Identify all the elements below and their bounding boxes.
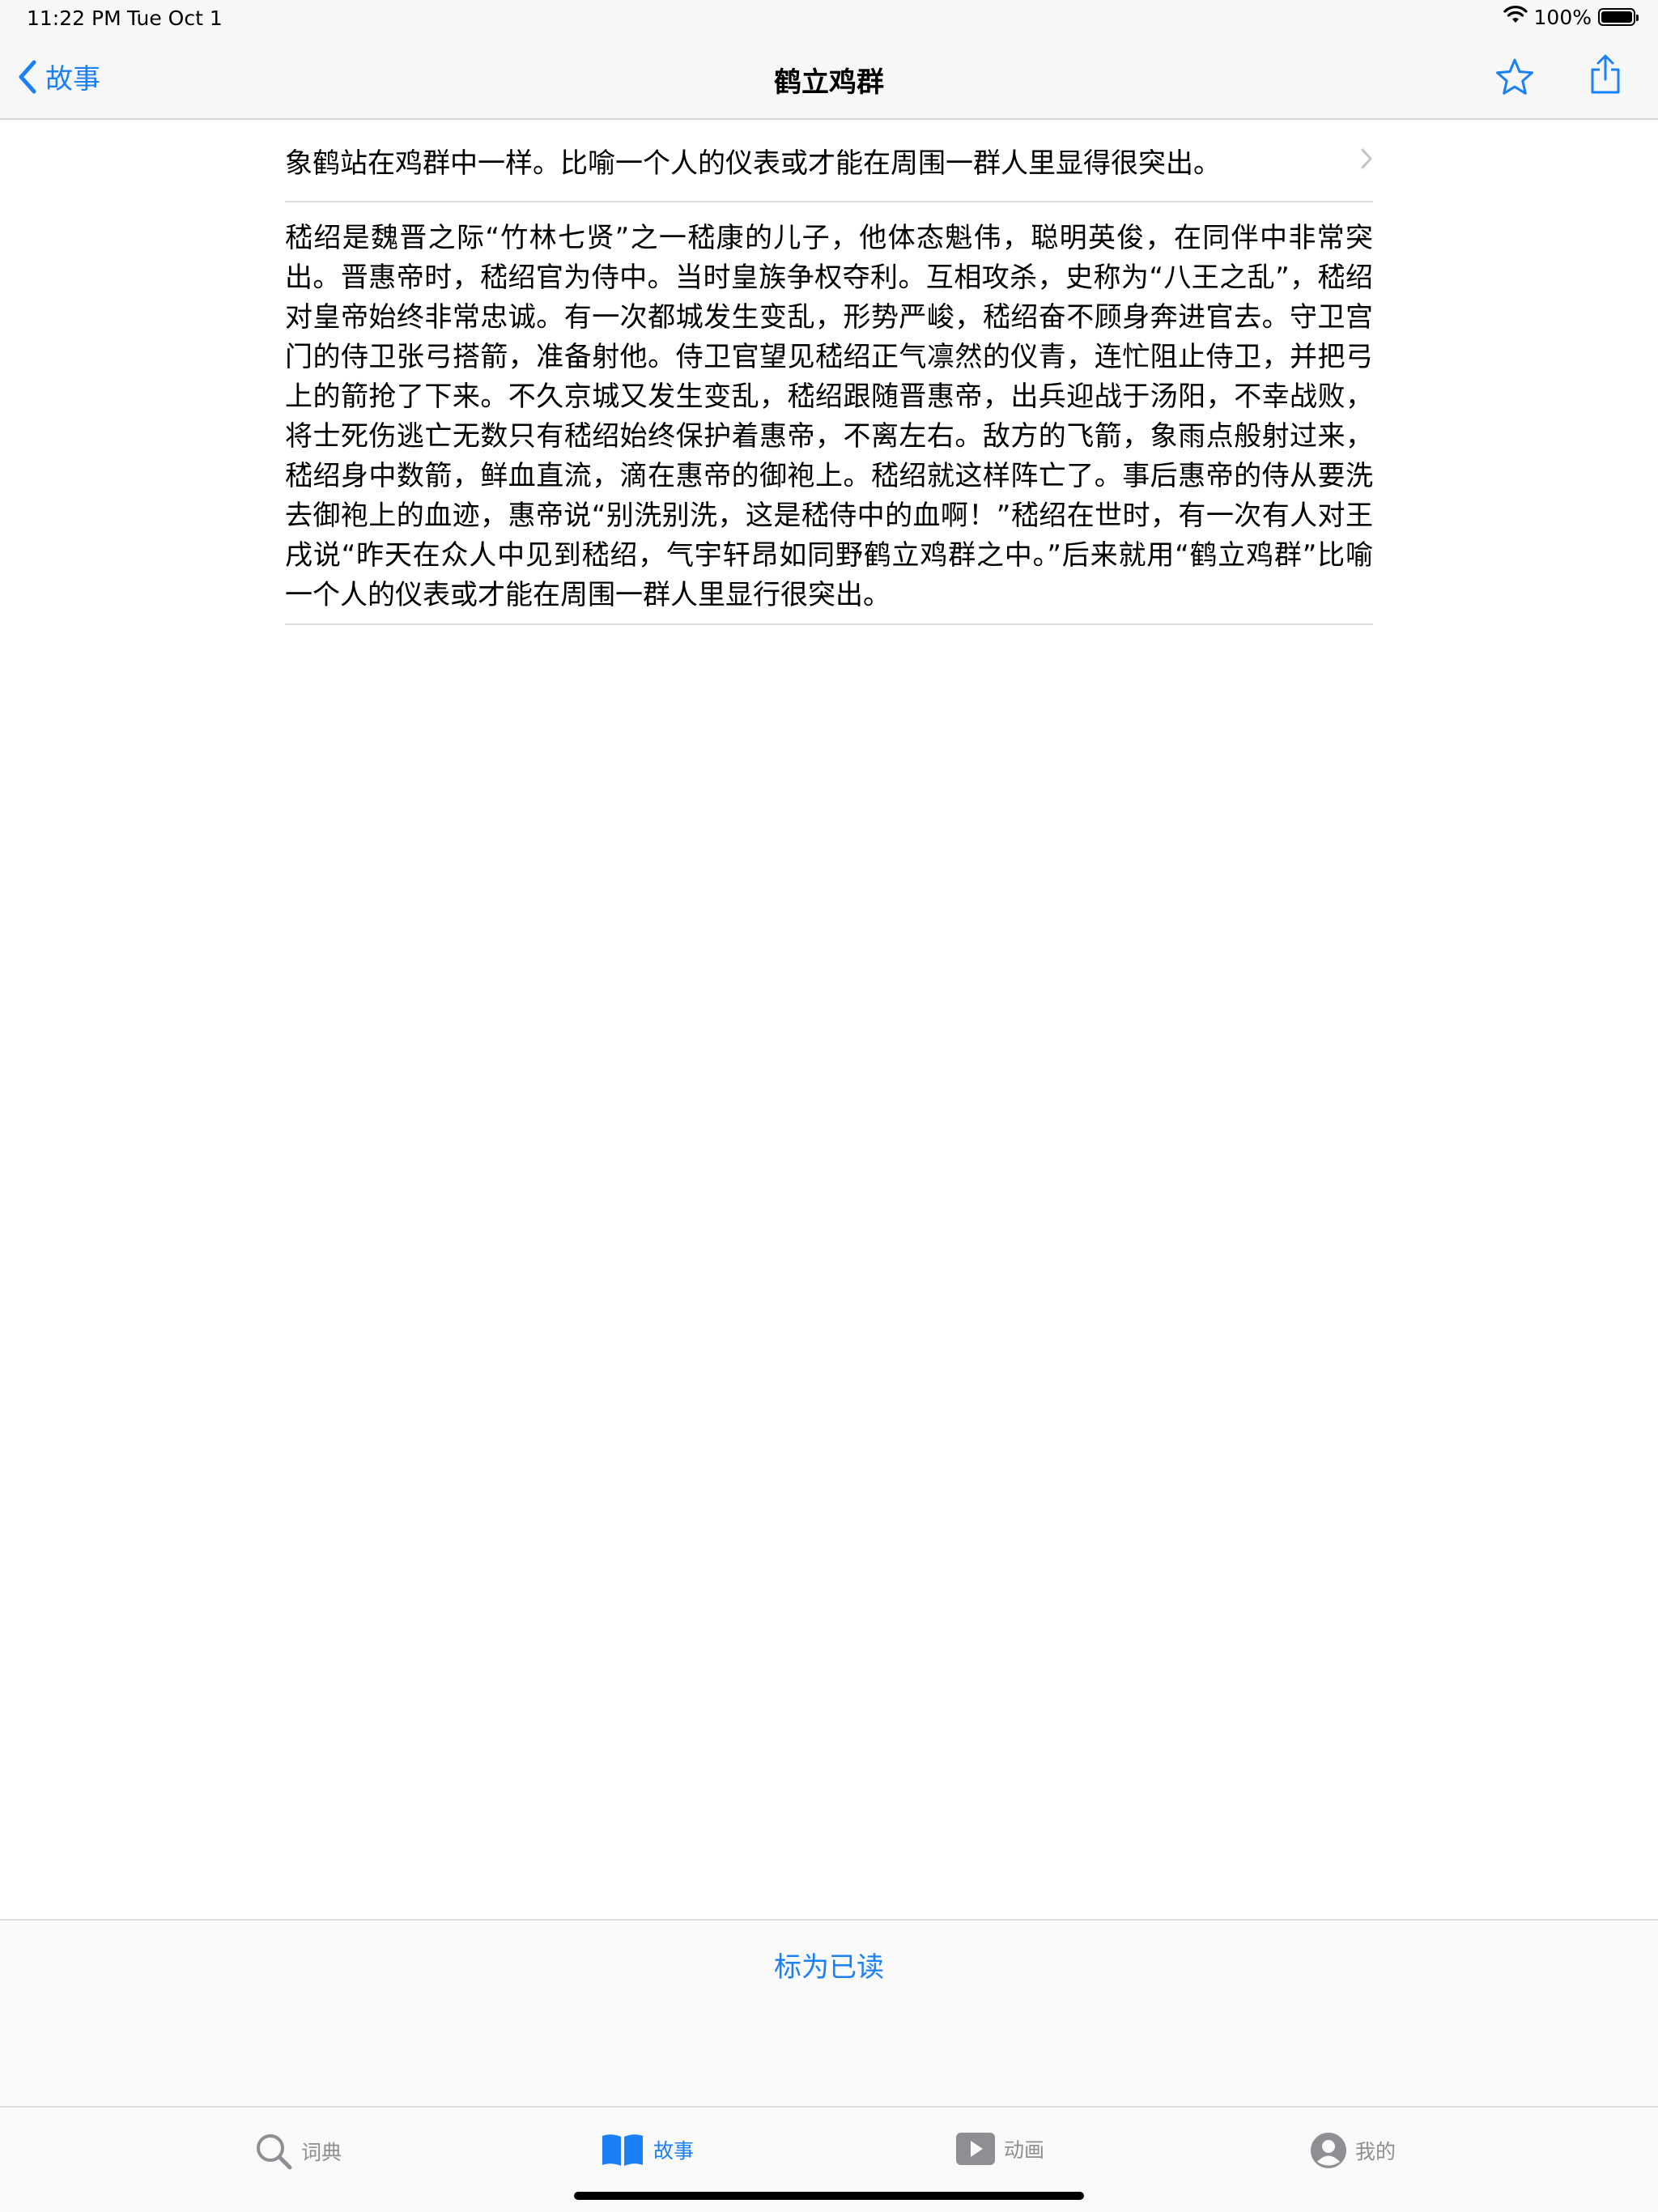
star-icon: [1496, 58, 1533, 95]
share-button[interactable]: [1589, 53, 1622, 99]
tab-stories[interactable]: 故事: [600, 2132, 694, 2167]
tab-dictionary[interactable]: 词典: [254, 2132, 342, 2171]
search-icon: [257, 2134, 292, 2170]
battery-percentage: 100%: [1533, 5, 1592, 29]
mark-as-read-button[interactable]: 标为已读: [0, 1945, 1658, 1984]
book-icon: [602, 2134, 643, 2166]
home-indicator[interactable]: [574, 2192, 1084, 2200]
tab-stories-label: 故事: [653, 2139, 695, 2163]
tab-animation[interactable]: 动画: [955, 2132, 1044, 2166]
share-icon: [1591, 54, 1620, 94]
story-content: 象鹤站在鸡群中一样。比喻一个人的仪表或才能在周围一群人里显得很突出。 嵇绍是魏晋…: [285, 120, 1373, 625]
tab-animation-label: 动画: [1004, 2138, 1045, 2162]
story-text: 嵇绍是魏晋之际“竹林七贤”之一嵇康的儿子，他体态魁伟，聪明英俊，在同伴中非常突出…: [285, 222, 1373, 611]
battery-icon: [1598, 8, 1639, 26]
action-bar: 标为已读: [0, 1919, 1658, 2106]
tab-me[interactable]: 我的: [1310, 2132, 1396, 2169]
tab-me-label: 我的: [1355, 2140, 1397, 2163]
navigation-bar: 故事 鹤立鸡群: [0, 37, 1658, 120]
meaning-row[interactable]: 象鹤站在鸡群中一样。比喻一个人的仪表或才能在周围一群人里显得很突出。: [285, 120, 1373, 202]
meaning-text: 象鹤站在鸡群中一样。比喻一个人的仪表或才能在周围一群人里显得很突出。: [285, 147, 1221, 180]
story-section: 嵇绍是魏晋之际“竹林七贤”之一嵇康的儿子，他体态魁伟，聪明英俊，在同伴中非常突出…: [285, 202, 1373, 625]
page-title: 鹤立鸡群: [774, 66, 884, 99]
wifi-icon: [1503, 5, 1528, 29]
status-date: Tue Oct 1: [127, 6, 223, 30]
status-bar: 11:22 PM Tue Oct 1 100%: [0, 0, 1658, 37]
status-indicators: 100%: [1503, 5, 1639, 29]
person-icon: [1311, 2133, 1346, 2168]
status-time: 11:22 PM: [27, 6, 121, 30]
favorite-button[interactable]: [1495, 57, 1534, 100]
play-icon: [956, 2133, 995, 2165]
tab-dictionary-label: 词典: [301, 2141, 342, 2164]
chevron-right-icon: [1360, 147, 1373, 173]
